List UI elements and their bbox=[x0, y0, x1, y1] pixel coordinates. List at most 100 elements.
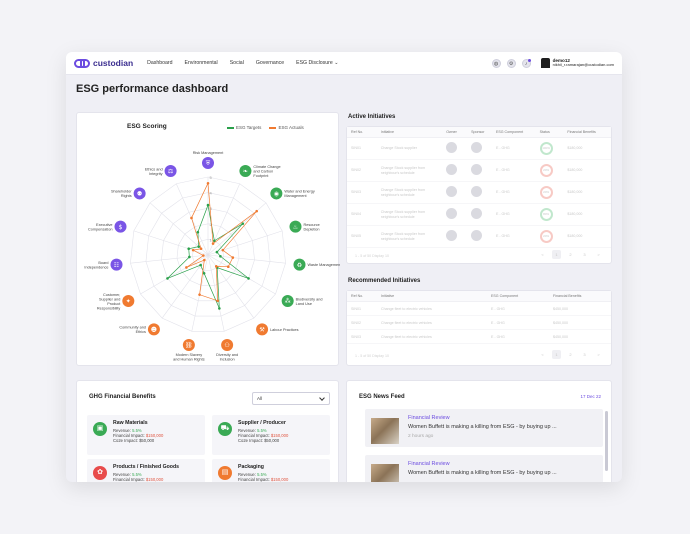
radar-series-targets-point bbox=[218, 307, 221, 310]
ghg-item[interactable]: ⛟ Supplier / Producer Revenue: 5.5% Financi… bbox=[212, 415, 330, 455]
active-initiatives-title: Active Initiatives bbox=[348, 114, 396, 120]
cell-esg-component: E - GHG bbox=[495, 234, 510, 239]
radar-series-actuals-point bbox=[214, 265, 218, 268]
flame-icon: ♨ bbox=[293, 224, 298, 231]
chain-icon: ⛓ bbox=[185, 341, 193, 349]
sponsor-avatar bbox=[471, 186, 483, 198]
cell-financial-benefits: $180,000 bbox=[567, 234, 583, 239]
ghg-item[interactable]: ▤ Packaging Revenue: 5.5% Financial Impact:… bbox=[212, 459, 330, 482]
pager-page-3[interactable]: 3 bbox=[580, 350, 589, 359]
pager-page-2[interactable]: 2 bbox=[566, 250, 575, 259]
news-date[interactable]: 17 Dec 22 bbox=[580, 394, 601, 399]
radar-series-actuals-point bbox=[199, 247, 203, 251]
pager-page-1[interactable]: 1 bbox=[552, 250, 561, 259]
table-row[interactable]: SIN03 Change Stock supplier from neighbou… bbox=[347, 182, 611, 204]
pager-prev[interactable]: < bbox=[538, 350, 547, 359]
news-headline[interactable]: Women Buffett is making a killing from E… bbox=[408, 470, 557, 476]
financial-impact-label: Financial Impact: bbox=[113, 477, 146, 482]
radar-series-targets-point bbox=[202, 272, 206, 275]
pager-page-1[interactable]: 1 bbox=[552, 350, 561, 359]
goods-icon: ✿ bbox=[93, 466, 107, 480]
ghg-financial-benefits-card: GHG Financial Benefits All ▣ Raw Material… bbox=[76, 380, 339, 482]
cell-initiative: Change Stock supplier from neighbour's s… bbox=[380, 232, 426, 241]
ethics-icon: ⚖ bbox=[168, 168, 173, 175]
table-row[interactable]: SIN02 Change Stock supplier from neighbou… bbox=[347, 160, 611, 182]
radar-series-actuals-point bbox=[203, 258, 206, 262]
radar-axis bbox=[207, 230, 283, 256]
col-ref: Ref No. bbox=[351, 130, 364, 134]
table-row[interactable]: SIN01 Change fleet to electric vehicles E … bbox=[347, 302, 611, 316]
table-row[interactable]: SIN01 Change Stock supplier E - GHG 100% $18… bbox=[347, 138, 611, 160]
pager-next[interactable]: > bbox=[594, 250, 603, 259]
recommended-initiatives-title: Recommended Initiatives bbox=[348, 278, 421, 284]
radar-chart: 12345⛨Risk Management❧Climate Change and … bbox=[84, 151, 340, 362]
cell-owner bbox=[442, 142, 467, 154]
news-source[interactable]: Financial Review bbox=[408, 461, 450, 467]
app-logo[interactable]: custodian bbox=[74, 58, 133, 68]
user-menu[interactable]: demo12 nikhil_r.ramarajan@custodian.com bbox=[540, 58, 614, 68]
cell-sponsor bbox=[467, 186, 492, 198]
nav-governance[interactable]: Governance bbox=[256, 60, 284, 66]
ghg-filter-select[interactable]: All bbox=[252, 392, 330, 405]
table-header: Ref No. Initiative ESG Component Financi… bbox=[347, 291, 611, 302]
cell-initiative: Change Stock supplier from neighbour's s… bbox=[380, 166, 426, 175]
active-initiatives-table: Ref No. Initiative Owner Sponsor ESG Com… bbox=[346, 126, 612, 264]
ghg-item[interactable]: ▣ Raw Materials Revenue: 5.5% Financial Imp… bbox=[87, 415, 205, 455]
radar-series-targets-point bbox=[247, 277, 250, 280]
radar-series-actuals-point bbox=[255, 209, 258, 213]
col-status: Status bbox=[539, 130, 550, 134]
nav-environmental[interactable]: Environmental bbox=[185, 60, 218, 66]
radar-series-targets-point bbox=[206, 203, 210, 207]
radar-series-actuals bbox=[186, 181, 257, 302]
owner-avatar bbox=[446, 230, 458, 242]
radar-tick-label: 5 bbox=[210, 175, 213, 180]
nav-dashboard[interactable]: Dashboard bbox=[147, 60, 172, 66]
table-row[interactable]: SIN04 Change Stock supplier from neighbou… bbox=[347, 204, 611, 226]
nav-esg-disclosure[interactable]: ESG Disclosure ⌄ bbox=[296, 60, 338, 66]
col-financial-benefits: Financial Benefits bbox=[553, 294, 582, 298]
news-item[interactable]: Financial Review Women Buffett is making… bbox=[365, 455, 603, 482]
radar-axis-label: Shareholder Rights bbox=[111, 190, 132, 199]
pager-prev[interactable]: < bbox=[538, 250, 547, 259]
cell-initiative: Change fleet to electric vehicles bbox=[381, 320, 432, 325]
bell-icon[interactable]: ♪ bbox=[521, 58, 531, 68]
table-row[interactable]: SIN05 Change Stock supplier from neighbou… bbox=[347, 226, 611, 248]
news-headline[interactable]: Women Buffett is making a killing from E… bbox=[408, 424, 557, 430]
financial-impact-label: Financial Impact: bbox=[238, 477, 271, 482]
radar-tick-label: 4 bbox=[210, 191, 213, 196]
cell-ref: SIN05 bbox=[351, 234, 361, 239]
cell-financial-benefits: $180,000 bbox=[567, 146, 583, 151]
product-icon: ✦ bbox=[126, 298, 131, 305]
pager-page-2[interactable]: 2 bbox=[566, 350, 575, 359]
money-icon: $ bbox=[119, 224, 123, 231]
radar-axis-label: Resource Depletion bbox=[303, 223, 319, 232]
pager-page-3[interactable]: 3 bbox=[580, 250, 589, 259]
radar-axis-label: Modern Slavery and Human Rights bbox=[173, 353, 205, 362]
ghg-item[interactable]: ✿ Products / Finished Goods Revenue: 5.5% F… bbox=[87, 459, 205, 482]
page-title: ESG performance dashboard bbox=[76, 83, 229, 95]
news-title: ESG News Feed bbox=[359, 394, 405, 400]
cell-esg-component: E - GHG bbox=[495, 190, 510, 195]
globe-icon[interactable]: ◍ bbox=[491, 58, 501, 68]
pager-next[interactable]: > bbox=[594, 350, 603, 359]
ghg-item-co2e-impact: Co2e Impact: $50,000 bbox=[238, 438, 280, 444]
user-info: demo12 nikhil_r.ramarajan@custodian.com bbox=[553, 58, 614, 68]
cell-ref: SIN03 bbox=[351, 190, 361, 195]
shareholder-icon: ⚉ bbox=[137, 191, 142, 198]
news-scrollbar[interactable] bbox=[605, 411, 608, 471]
news-item[interactable]: Financial Review Women Buffett is making… bbox=[365, 409, 603, 447]
active-pagination: < 1 2 3 > bbox=[538, 250, 603, 259]
recommended-initiatives-table: Ref No. Initiative ESG Component Financi… bbox=[346, 290, 612, 366]
col-ref: Ref No. bbox=[351, 294, 364, 298]
radar-series-targets-point bbox=[188, 255, 191, 259]
nav-social[interactable]: Social bbox=[230, 60, 244, 66]
chevron-down-icon: ⌄ bbox=[334, 60, 339, 66]
cell-esg-component: E - GHG bbox=[495, 146, 510, 151]
news-source[interactable]: Financial Review bbox=[408, 415, 450, 421]
avatar bbox=[540, 58, 550, 68]
owner-avatar bbox=[446, 186, 458, 198]
settings-icon[interactable]: ⚙ bbox=[506, 58, 516, 68]
cell-financial-benefits: $180,000 bbox=[567, 212, 583, 217]
table-row[interactable]: SIN02 Change fleet to electric vehicles E … bbox=[347, 316, 611, 330]
table-row[interactable]: SIN03 Change fleet to electric vehicles E … bbox=[347, 330, 611, 344]
